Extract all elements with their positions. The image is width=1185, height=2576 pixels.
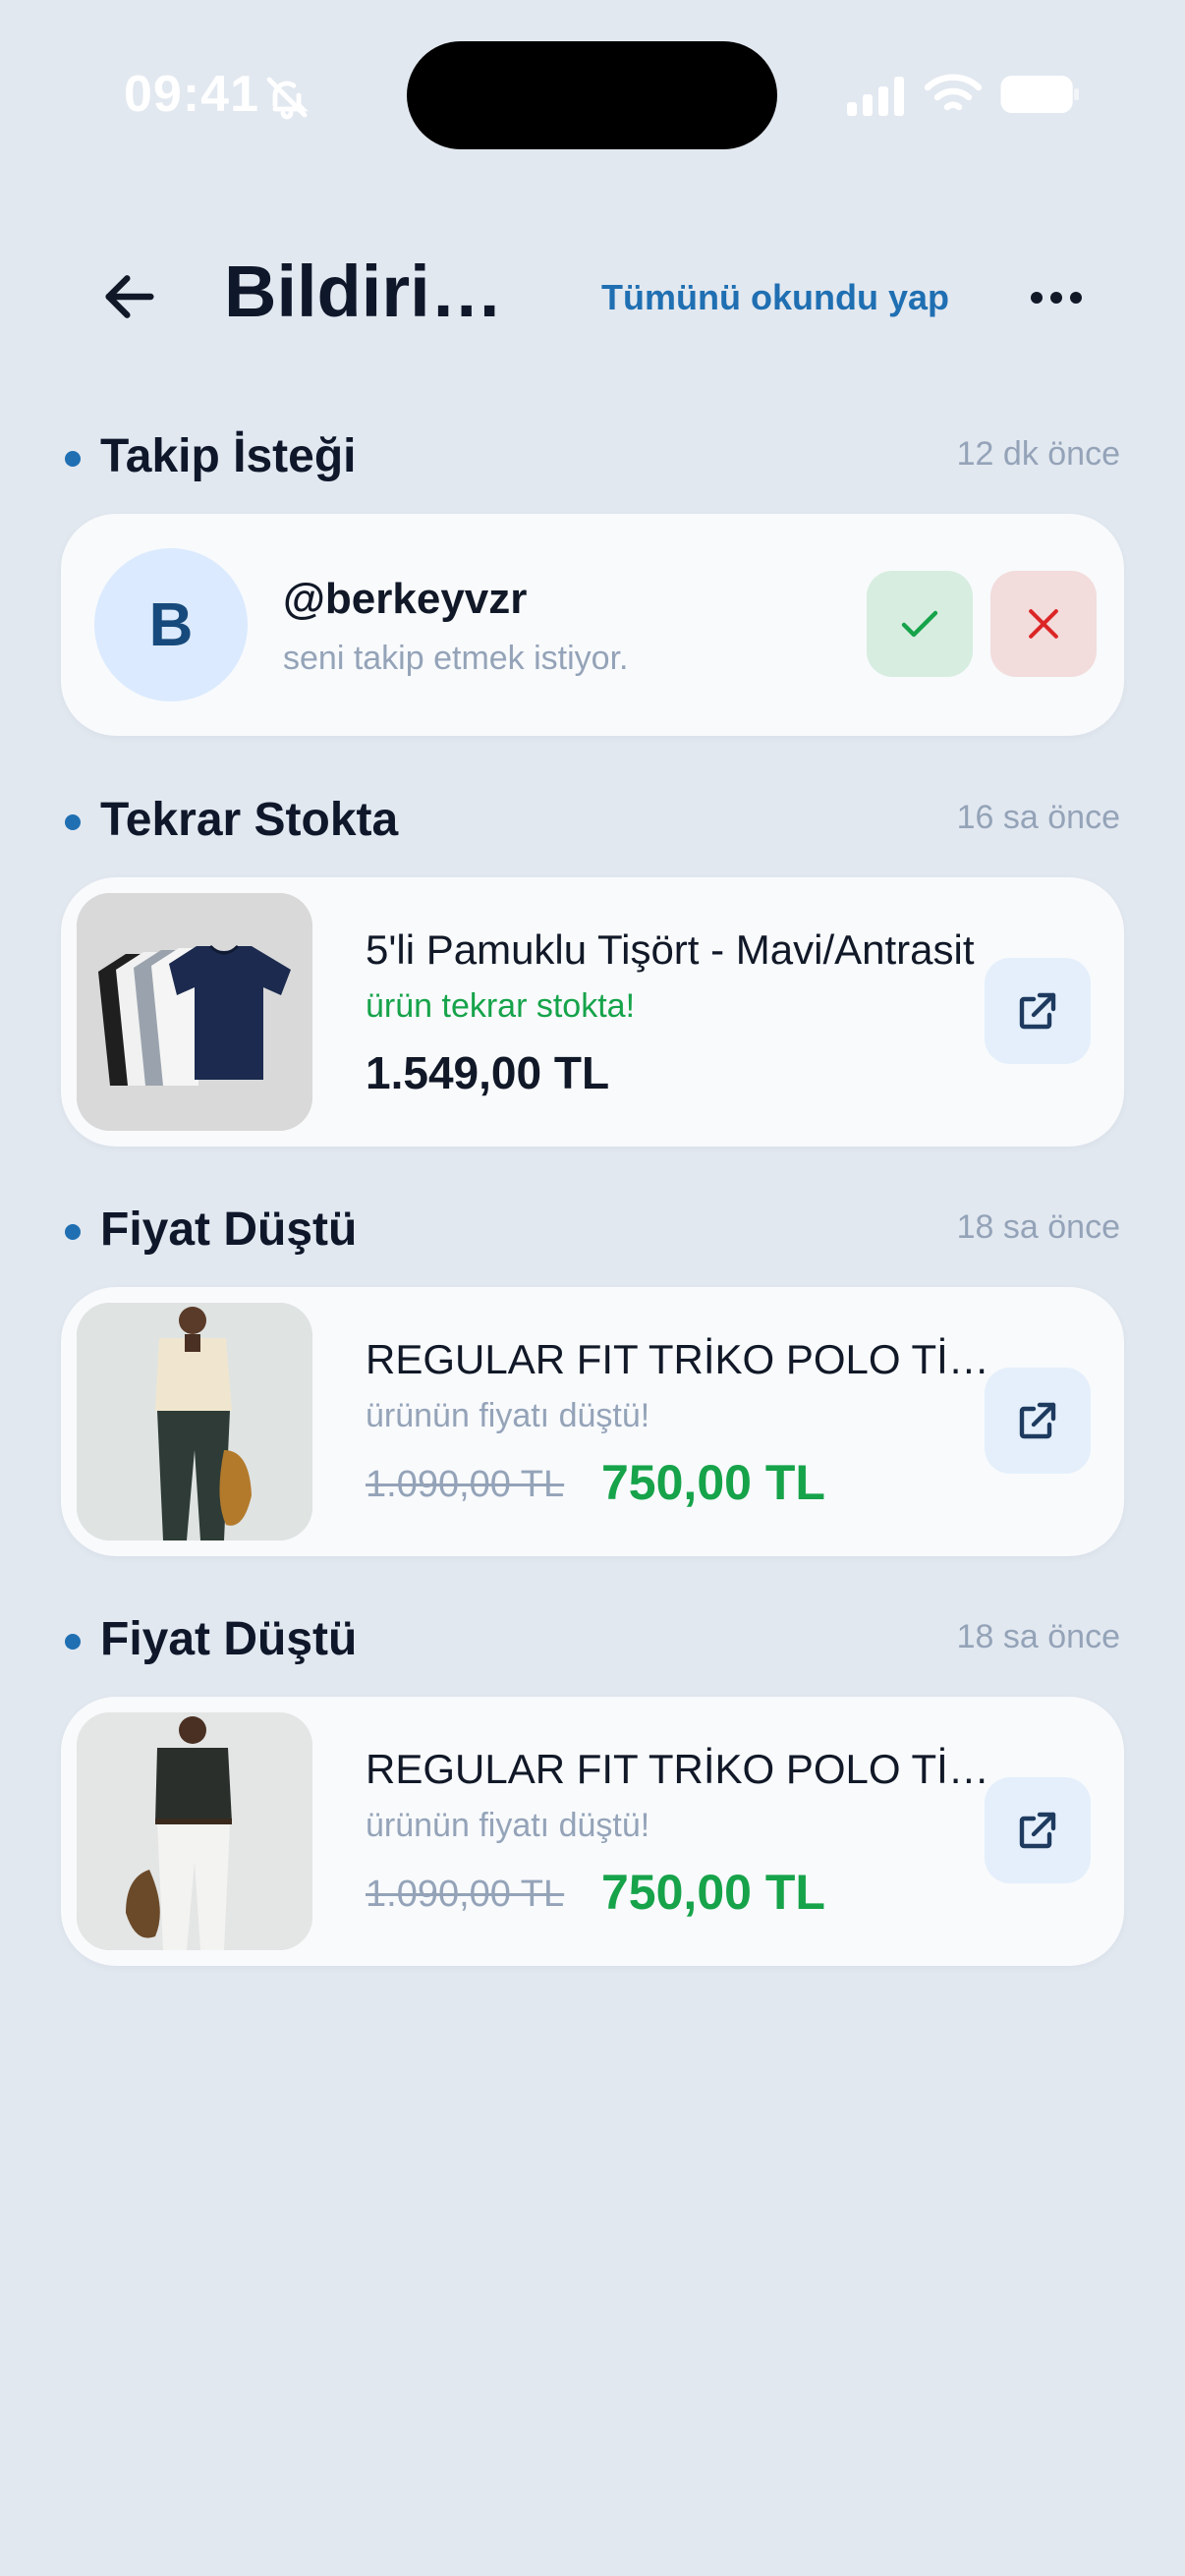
avatar[interactable]: B	[94, 548, 248, 701]
product-card[interactable]: 5'li Pamuklu Tişört - Mavi/Antrasit ürün…	[61, 877, 1124, 1147]
unread-dot	[65, 814, 81, 830]
external-link-icon	[1019, 992, 1056, 1030]
model-cream-polo-image	[77, 1303, 312, 1540]
product-image[interactable]	[77, 893, 312, 1131]
status-time: 09:41	[124, 66, 259, 123]
section-title: Fiyat Düştü	[100, 1613, 358, 1665]
unread-dot	[65, 451, 81, 467]
product-status: ürünün fiyatı düştü!	[366, 1807, 650, 1844]
section-header: Takip İsteği 12 dk önce	[61, 418, 1124, 506]
accept-button[interactable]	[867, 571, 973, 677]
new-price: 750,00 TL	[601, 1865, 825, 1920]
product-card[interactable]: REGULAR FIT TRİKO POLO TİŞÖRT ürünün fiy…	[61, 1697, 1124, 1966]
open-product-button[interactable]	[985, 958, 1091, 1064]
old-price: 1.090,00 TL	[366, 1464, 565, 1505]
section-title: Tekrar Stokta	[100, 794, 399, 846]
signal-icon	[847, 77, 904, 116]
arrow-left-icon	[105, 275, 154, 318]
notification-follow-request: Takip İsteği 12 dk önce B @berkeyvzr sen…	[61, 418, 1124, 736]
notification-price-drop: Fiyat Düştü 18 sa önce REGULAR FIT TRİKO…	[61, 1600, 1124, 1966]
more-options-button[interactable]	[1012, 263, 1100, 332]
status-bar: 09:41	[0, 0, 1185, 196]
section-title: Fiyat Düştü	[100, 1204, 358, 1256]
section-time: 12 dk önce	[956, 435, 1120, 473]
product-image[interactable]	[77, 1712, 312, 1950]
section-header: Fiyat Düştü 18 sa önce	[61, 1191, 1124, 1279]
product-status: ürün tekrar stokta!	[366, 987, 636, 1025]
open-product-button[interactable]	[985, 1368, 1091, 1474]
username[interactable]: @berkeyvzr	[283, 575, 527, 624]
product-status: ürünün fiyatı düştü!	[366, 1397, 650, 1434]
product-name[interactable]: 5'li Pamuklu Tişört - Mavi/Antrasit	[366, 926, 1014, 974]
x-icon	[1029, 609, 1058, 639]
notification-price-drop: Fiyat Düştü 18 sa önce REGULAR FIT TRİKO…	[61, 1191, 1124, 1556]
section-header: Tekrar Stokta 16 sa önce	[61, 781, 1124, 869]
section-time: 18 sa önce	[956, 1208, 1120, 1246]
back-button[interactable]	[88, 255, 171, 338]
follow-message: seni takip etmek istiyor.	[283, 640, 629, 677]
unread-dot	[65, 1224, 81, 1240]
section-title: Takip İsteği	[100, 430, 357, 482]
follow-request-card[interactable]: B @berkeyvzr seni takip etmek istiyor.	[61, 514, 1124, 736]
notification-back-in-stock: Tekrar Stokta 16 sa önce 5'li Pamuklu Ti…	[61, 781, 1124, 1147]
reject-button[interactable]	[990, 571, 1097, 677]
old-price: 1.090,00 TL	[366, 1874, 565, 1915]
check-icon	[901, 610, 938, 638]
new-price: 750,00 TL	[601, 1455, 825, 1510]
section-time: 16 sa önce	[956, 799, 1120, 836]
model-black-polo-image	[77, 1712, 312, 1950]
section-time: 18 sa önce	[956, 1618, 1120, 1655]
section-header: Fiyat Düştü 18 sa önce	[61, 1600, 1124, 1689]
top-bar: Bildirimler Tümünü okundu yap	[0, 226, 1185, 364]
mark-all-read-button[interactable]: Tümünü okundu yap	[601, 277, 949, 318]
bell-slash-icon	[266, 77, 309, 120]
tshirts-image	[77, 893, 312, 1131]
more-horizontal-icon	[1031, 292, 1082, 304]
product-image[interactable]	[77, 1303, 312, 1540]
product-card[interactable]: REGULAR FIT TRİKO POLO TİŞÖRT ürünün fiy…	[61, 1287, 1124, 1556]
dynamic-island	[407, 41, 777, 149]
external-link-icon	[1019, 1402, 1056, 1439]
open-product-button[interactable]	[985, 1777, 1091, 1883]
product-name[interactable]: REGULAR FIT TRİKO POLO TİŞÖRT	[366, 1336, 1014, 1383]
battery-icon	[1000, 75, 1080, 114]
external-link-icon	[1019, 1812, 1056, 1849]
page-title: Bildirimler	[224, 251, 558, 332]
product-price: 1.549,00 TL	[366, 1047, 610, 1098]
wifi-icon	[924, 74, 983, 111]
product-name[interactable]: REGULAR FIT TRİKO POLO TİŞÖRT	[366, 1746, 1014, 1793]
unread-dot	[65, 1634, 81, 1650]
